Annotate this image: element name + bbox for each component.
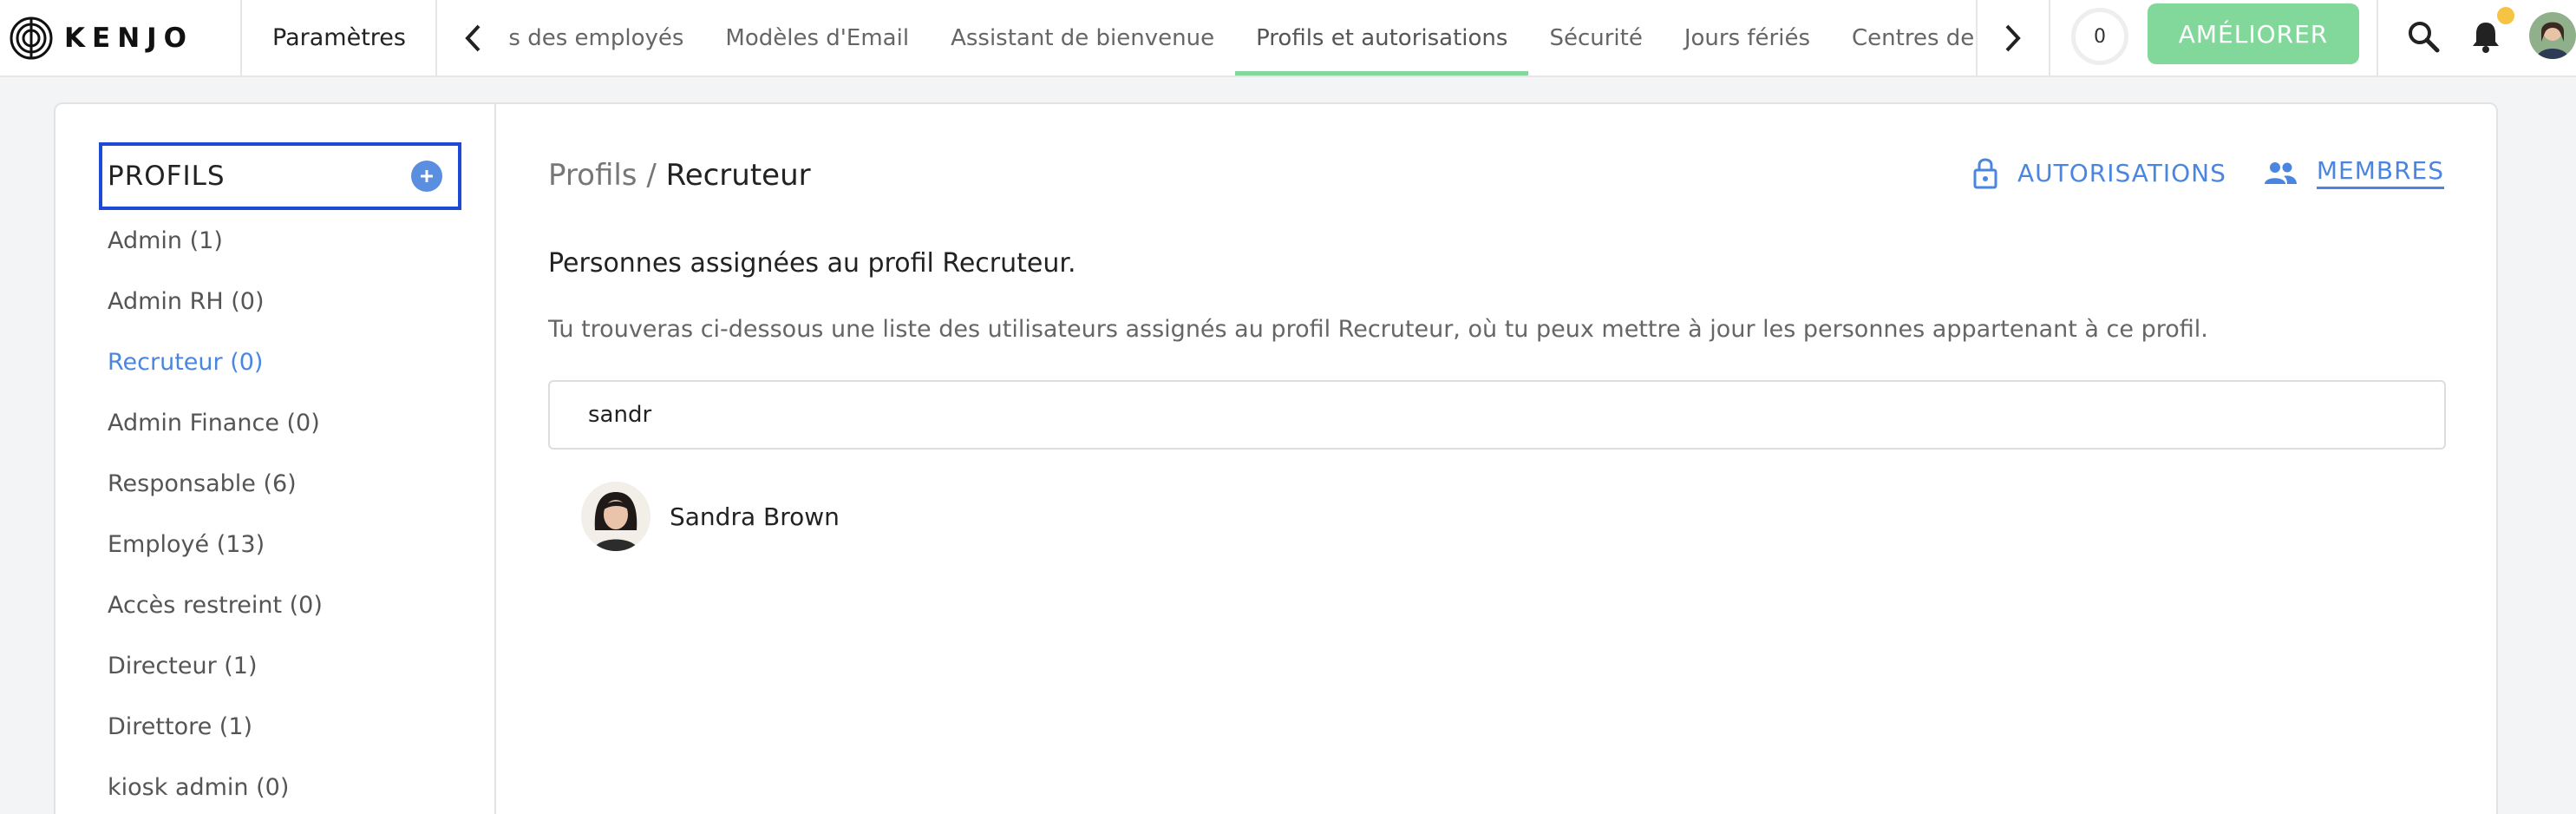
progress-counter[interactable]: 0 [2071,8,2128,65]
breadcrumb-current: Recruteur [665,158,811,193]
profile-item-direttore[interactable]: Direttore (1) [108,696,323,757]
add-profile-button[interactable] [411,161,442,192]
tab-profiles-permissions[interactable]: Profils et autorisations [1235,0,1529,75]
member-avatar-image [581,482,651,551]
user-avatar-image [2529,12,2576,59]
settings-tabs: Champs des employés Modèles d'Email Assi… [508,0,1978,75]
divider [240,0,242,75]
brand-name: KENJO [64,23,194,54]
member-search-input[interactable] [548,380,2446,450]
tab-security[interactable]: Sécurité [1528,0,1663,75]
top-bar: KENJO Paramètres Champs des employés Mod… [0,0,2576,77]
profile-tabs: AUTORISATIONS MEMBRES [1972,156,2444,189]
tab-permissions[interactable]: AUTORISATIONS [1972,156,2226,189]
tab-members-label: MEMBRES [2316,156,2444,189]
member-name: Sandra Brown [670,502,840,531]
tab-permissions-label: AUTORISATIONS [2017,158,2226,187]
chevron-right-icon [2005,24,2021,51]
profile-item-employe[interactable]: Employé (13) [108,514,323,574]
plus-icon [421,170,433,182]
tab-members[interactable]: MEMBRES [2263,156,2444,189]
tabs-scroll-right-button[interactable] [1978,0,2047,75]
profiles-title: PROFILS [108,161,226,192]
tabs-scroll-left-button[interactable] [439,0,508,75]
breadcrumb-root[interactable]: Profils / [548,158,657,193]
section-description: Tu trouveras ci-dessous une liste des ut… [548,316,2208,343]
profile-item-kiosk-admin[interactable]: kiosk admin (0) [108,757,323,814]
profile-item-admin-finance[interactable]: Admin Finance (0) [108,392,323,453]
tab-holidays[interactable]: Jours fériés [1664,0,1831,75]
search-icon [2409,22,2440,53]
profile-item-responsable[interactable]: Responsable (6) [108,453,323,514]
tab-employee-fields[interactable]: Champs des employés [508,0,704,75]
tab-email-templates[interactable]: Modèles d'Email [704,0,930,75]
profile-item-admin-rh[interactable]: Admin RH (0) [108,271,323,332]
tab-welcome-wizard[interactable]: Assistant de bienvenue [930,0,1235,75]
lock-icon [1973,158,1997,189]
user-avatar[interactable] [2529,12,2576,59]
chevron-left-icon [465,24,481,51]
member-result-item[interactable]: Sandra Brown [581,482,840,551]
upgrade-button[interactable]: AMÉLIORER [2148,3,2359,64]
profile-list: Admin (1) Admin RH (0) Recruteur (0) Adm… [108,210,323,814]
divider [2049,0,2050,75]
profile-item-acces-restreint[interactable]: Accès restreint (0) [108,574,323,635]
profile-item-recruteur[interactable]: Recruteur (0) [108,332,323,392]
settings-label[interactable]: Paramètres [243,0,435,75]
people-icon [2264,162,2297,184]
member-avatar [581,482,651,551]
section-heading: Personnes assignées au profil Recruteur. [548,248,1076,279]
kenjo-logo[interactable]: KENJO [9,16,193,61]
tab-cost-centers[interactable]: Centres de coûts [1831,0,1978,75]
divider [435,0,437,75]
profiles-card: PROFILS Admin (1) Admin RH (0) Recruteur… [54,102,2498,814]
bell-icon [2473,23,2499,53]
profiles-sidebar: PROFILS Admin (1) Admin RH (0) Recruteur… [56,104,496,814]
profile-item-admin[interactable]: Admin (1) [108,210,323,271]
divider [2377,0,2378,75]
breadcrumb: Profils / Recruteur [548,158,811,193]
profile-detail: Profils / Recruteur AUTORISATIONS MEMBRE… [496,104,2496,814]
kenjo-logo-icon [10,16,53,60]
search-button[interactable] [2397,10,2449,62]
profile-item-directeur[interactable]: Directeur (1) [108,635,323,696]
notification-dot [2497,7,2514,24]
profiles-header: PROFILS [99,142,461,210]
